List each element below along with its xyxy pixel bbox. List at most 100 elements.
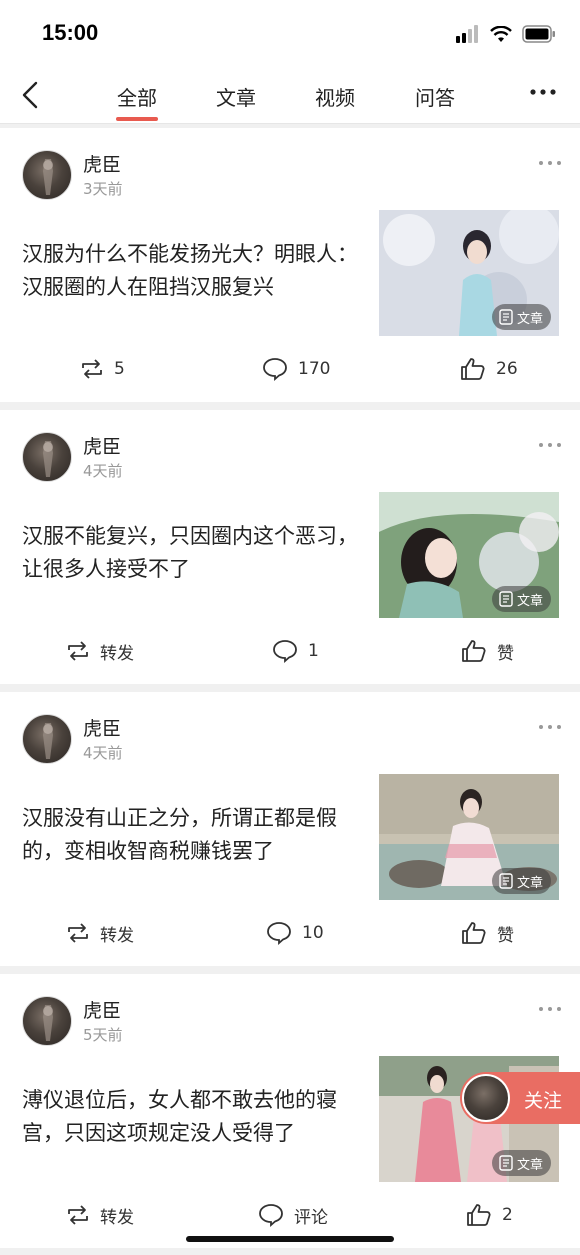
feed-card[interactable]: 虎臣 4天前 汉服没有山正之分，所谓正都是假的，变相收智商税赚钱罢了 文章 转发…	[0, 692, 580, 966]
author-name[interactable]: 虎臣	[83, 714, 121, 741]
article-thumbnail[interactable]: 文章	[379, 492, 559, 618]
repost-button[interactable]: 转发	[66, 918, 134, 948]
article-badge: 文章	[491, 586, 551, 612]
top-nav-bar: 全部 文章 视频 问答	[0, 68, 580, 124]
more-options-icon[interactable]	[528, 82, 558, 102]
like-button[interactable]: 赞	[461, 636, 514, 666]
avatar-image	[43, 723, 53, 759]
author-name[interactable]: 虎臣	[83, 996, 121, 1023]
document-icon	[499, 591, 513, 607]
wifi-icon	[490, 25, 512, 42]
post-time: 4天前	[83, 744, 123, 762]
article-title[interactable]: 汉服没有山正之分，所谓正都是假的，变相收智商税赚钱罢了	[22, 802, 362, 868]
card-more-icon[interactable]	[538, 156, 562, 170]
action-bar: 5 170 26	[0, 354, 580, 384]
follow-button[interactable]: 关注	[460, 1072, 580, 1124]
card-more-icon[interactable]	[538, 438, 562, 452]
status-icons	[456, 22, 556, 46]
like-button[interactable]: 2	[466, 1200, 513, 1230]
comment-count: 10	[302, 923, 324, 943]
repost-button[interactable]: 转发	[66, 1200, 134, 1230]
action-bar: 转发 10 赞	[0, 918, 580, 948]
badge-label: 文章	[516, 593, 543, 609]
cellular-signal-icon	[456, 25, 478, 43]
badge-label: 文章	[516, 311, 543, 327]
author-name[interactable]: 虎臣	[83, 150, 121, 177]
follow-label: 关注	[524, 1090, 563, 1112]
battery-icon	[522, 25, 555, 43]
repost-button[interactable]: 转发	[66, 636, 134, 666]
article-title[interactable]: 汉服不能复兴，只因圈内这个恶习，让很多人接受不了	[22, 520, 362, 586]
post-time: 4天前	[83, 462, 123, 480]
back-arrow-icon[interactable]	[16, 78, 46, 112]
article-thumbnail[interactable]: 文章	[379, 210, 559, 336]
repost-icon	[68, 641, 88, 661]
tab-videos[interactable]: 视频	[300, 82, 370, 111]
like-count: 26	[496, 359, 518, 379]
document-icon	[499, 1155, 513, 1171]
repost-icon	[68, 1205, 88, 1225]
repost-button[interactable]: 5	[80, 354, 125, 384]
home-indicator[interactable]	[186, 1236, 394, 1242]
comment-icon	[259, 1204, 283, 1227]
repost-label: 转发	[100, 643, 134, 664]
tab-all[interactable]: 全部	[102, 82, 172, 111]
active-tab-indicator	[116, 117, 158, 121]
author-avatar[interactable]	[22, 714, 72, 764]
comment-icon	[263, 358, 287, 381]
thumbs-up-icon	[467, 1204, 491, 1226]
feed-card[interactable]: 虎臣 3天前 汉服为什么不能发扬光大？明眼人：汉服圈的人在阻挡汉服复兴 文章 5…	[0, 128, 580, 402]
badge-label: 文章	[516, 875, 543, 891]
like-count: 2	[502, 1205, 513, 1225]
comment-button[interactable]: 170	[262, 354, 330, 384]
article-title[interactable]: 汉服为什么不能发扬光大？明眼人：汉服圈的人在阻挡汉服复兴	[22, 238, 362, 304]
status-bar: 15:00	[0, 0, 580, 68]
post-time: 5天前	[83, 1026, 123, 1044]
thumbs-up-icon	[462, 922, 486, 944]
like-button[interactable]: 26	[460, 354, 518, 384]
avatar-image	[43, 1005, 53, 1041]
document-icon	[499, 309, 513, 325]
article-badge: 文章	[491, 304, 551, 330]
comment-icon	[267, 922, 291, 945]
repost-icon	[68, 923, 88, 943]
action-bar: 转发 1 赞	[0, 636, 580, 666]
feed-card[interactable]: 虎臣 4天前 汉服不能复兴，只因圈内这个恶习，让很多人接受不了 文章 转发 1 …	[0, 410, 580, 684]
like-label: 赞	[497, 925, 514, 946]
author-avatar[interactable]	[22, 432, 72, 482]
status-time: 15:00	[42, 20, 99, 45]
card-more-icon[interactable]	[538, 720, 562, 734]
action-bar: 转发 评论 2	[0, 1200, 580, 1230]
article-badge: 文章	[491, 868, 551, 894]
tab-articles[interactable]: 文章	[201, 82, 271, 111]
post-time: 3天前	[83, 180, 123, 198]
article-badge: 文章	[491, 1150, 551, 1176]
avatar-image	[43, 441, 53, 477]
repost-icon	[82, 359, 102, 379]
repost-label: 转发	[100, 1207, 134, 1228]
like-label: 赞	[497, 643, 514, 664]
author-name[interactable]: 虎臣	[83, 432, 121, 459]
tab-qa[interactable]: 问答	[400, 82, 470, 111]
like-button[interactable]: 赞	[461, 918, 514, 948]
comment-label: 评论	[294, 1207, 328, 1228]
comment-count: 1	[308, 641, 319, 661]
article-title[interactable]: 溥仪退位后，女人都不敢去他的寝宫，只因这项规定没人受得了	[22, 1084, 362, 1150]
repost-count: 5	[114, 359, 125, 379]
card-more-icon[interactable]	[538, 1002, 562, 1016]
article-thumbnail[interactable]: 文章	[379, 774, 559, 900]
comment-button[interactable]: 1	[272, 636, 319, 666]
thumbs-up-icon	[461, 358, 485, 380]
avatar-image	[43, 159, 53, 195]
document-icon	[499, 873, 513, 889]
author-avatar[interactable]	[22, 996, 72, 1046]
comment-button[interactable]: 10	[266, 918, 324, 948]
comment-icon	[273, 640, 297, 663]
thumbs-up-icon	[462, 640, 486, 662]
comment-button[interactable]: 评论	[258, 1200, 328, 1230]
follow-avatar	[462, 1074, 510, 1122]
repost-label: 转发	[100, 925, 134, 946]
author-avatar[interactable]	[22, 150, 72, 200]
comment-count: 170	[298, 359, 331, 379]
badge-label: 文章	[516, 1157, 543, 1173]
